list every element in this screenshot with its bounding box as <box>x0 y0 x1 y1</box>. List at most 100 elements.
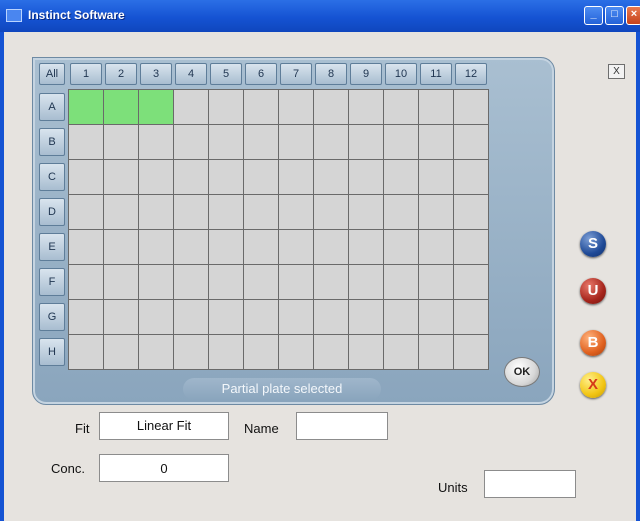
well-A11[interactable] <box>419 90 454 125</box>
row-header-B[interactable]: B <box>39 128 65 156</box>
well-F1[interactable] <box>69 265 104 300</box>
well-A10[interactable] <box>384 90 419 125</box>
u-button[interactable]: U <box>580 278 606 304</box>
well-H5[interactable] <box>209 335 244 370</box>
column-header-4[interactable]: 4 <box>175 63 207 85</box>
well-F8[interactable] <box>314 265 349 300</box>
well-B1[interactable] <box>69 125 104 160</box>
well-A1[interactable] <box>69 90 104 125</box>
well-E5[interactable] <box>209 230 244 265</box>
well-A9[interactable] <box>349 90 384 125</box>
well-C11[interactable] <box>419 160 454 195</box>
row-header-D[interactable]: D <box>39 198 65 226</box>
well-A5[interactable] <box>209 90 244 125</box>
well-B4[interactable] <box>174 125 209 160</box>
well-F10[interactable] <box>384 265 419 300</box>
well-D3[interactable] <box>139 195 174 230</box>
well-E2[interactable] <box>104 230 139 265</box>
well-H6[interactable] <box>244 335 279 370</box>
well-G5[interactable] <box>209 300 244 335</box>
well-G2[interactable] <box>104 300 139 335</box>
row-header-C[interactable]: C <box>39 163 65 191</box>
well-B8[interactable] <box>314 125 349 160</box>
well-H4[interactable] <box>174 335 209 370</box>
well-A7[interactable] <box>279 90 314 125</box>
well-H12[interactable] <box>454 335 489 370</box>
well-D1[interactable] <box>69 195 104 230</box>
well-B10[interactable] <box>384 125 419 160</box>
well-C9[interactable] <box>349 160 384 195</box>
well-A12[interactable] <box>454 90 489 125</box>
well-H7[interactable] <box>279 335 314 370</box>
well-F5[interactable] <box>209 265 244 300</box>
ok-button[interactable]: OK <box>504 357 540 387</box>
well-D8[interactable] <box>314 195 349 230</box>
well-D2[interactable] <box>104 195 139 230</box>
well-A8[interactable] <box>314 90 349 125</box>
well-A3[interactable] <box>139 90 174 125</box>
fit-field[interactable]: Linear Fit <box>99 412 229 440</box>
well-G4[interactable] <box>174 300 209 335</box>
well-C8[interactable] <box>314 160 349 195</box>
well-B5[interactable] <box>209 125 244 160</box>
well-A2[interactable] <box>104 90 139 125</box>
well-H8[interactable] <box>314 335 349 370</box>
well-F4[interactable] <box>174 265 209 300</box>
select-all-button[interactable]: All <box>39 63 65 85</box>
well-C12[interactable] <box>454 160 489 195</box>
well-H10[interactable] <box>384 335 419 370</box>
well-E10[interactable] <box>384 230 419 265</box>
units-field[interactable] <box>484 470 576 498</box>
well-E7[interactable] <box>279 230 314 265</box>
well-G11[interactable] <box>419 300 454 335</box>
well-C1[interactable] <box>69 160 104 195</box>
row-header-H[interactable]: H <box>39 338 65 366</box>
column-header-12[interactable]: 12 <box>455 63 487 85</box>
well-C3[interactable] <box>139 160 174 195</box>
row-header-A[interactable]: A <box>39 93 65 121</box>
well-B11[interactable] <box>419 125 454 160</box>
well-B3[interactable] <box>139 125 174 160</box>
maximize-button[interactable]: □ <box>605 6 624 25</box>
x-button[interactable]: X <box>580 372 606 398</box>
well-G12[interactable] <box>454 300 489 335</box>
name-field[interactable] <box>296 412 388 440</box>
column-header-8[interactable]: 8 <box>315 63 347 85</box>
well-B7[interactable] <box>279 125 314 160</box>
column-header-9[interactable]: 9 <box>350 63 382 85</box>
well-H3[interactable] <box>139 335 174 370</box>
b-button[interactable]: B <box>580 330 606 356</box>
panel-close-button[interactable]: X <box>608 64 625 79</box>
well-F3[interactable] <box>139 265 174 300</box>
column-header-10[interactable]: 10 <box>385 63 417 85</box>
minimize-button[interactable]: _ <box>584 6 603 25</box>
window-close-button[interactable]: × <box>626 6 640 25</box>
well-F7[interactable] <box>279 265 314 300</box>
well-C5[interactable] <box>209 160 244 195</box>
well-H9[interactable] <box>349 335 384 370</box>
well-E4[interactable] <box>174 230 209 265</box>
well-F9[interactable] <box>349 265 384 300</box>
well-E6[interactable] <box>244 230 279 265</box>
column-header-11[interactable]: 11 <box>420 63 452 85</box>
well-B2[interactable] <box>104 125 139 160</box>
well-G3[interactable] <box>139 300 174 335</box>
well-C7[interactable] <box>279 160 314 195</box>
well-H1[interactable] <box>69 335 104 370</box>
well-B9[interactable] <box>349 125 384 160</box>
well-A4[interactable] <box>174 90 209 125</box>
column-header-7[interactable]: 7 <box>280 63 312 85</box>
well-B12[interactable] <box>454 125 489 160</box>
well-D12[interactable] <box>454 195 489 230</box>
well-F12[interactable] <box>454 265 489 300</box>
well-D5[interactable] <box>209 195 244 230</box>
well-G7[interactable] <box>279 300 314 335</box>
well-G6[interactable] <box>244 300 279 335</box>
column-header-6[interactable]: 6 <box>245 63 277 85</box>
well-A6[interactable] <box>244 90 279 125</box>
s-button[interactable]: S <box>580 231 606 257</box>
conc-field[interactable] <box>99 454 229 482</box>
well-C6[interactable] <box>244 160 279 195</box>
well-E11[interactable] <box>419 230 454 265</box>
well-H11[interactable] <box>419 335 454 370</box>
